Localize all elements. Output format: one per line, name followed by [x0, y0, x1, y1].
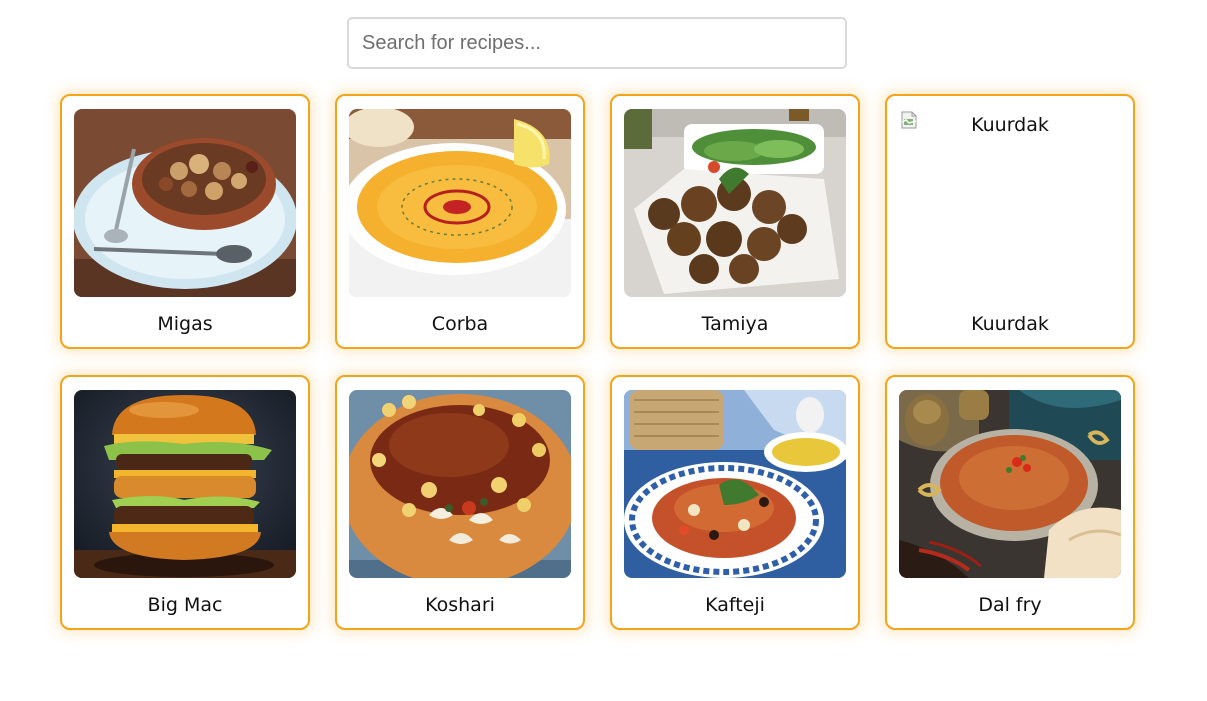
recipe-image-migas — [74, 109, 296, 297]
recipe-card-kafteji[interactable]: Kafteji — [610, 375, 860, 630]
recipe-title: Tamiya — [701, 313, 769, 335]
search-bar — [347, 17, 847, 69]
recipe-image-big-mac — [74, 390, 296, 578]
recipe-title: Big Mac — [147, 594, 223, 616]
recipe-card-big-mac[interactable]: Big Mac — [60, 375, 310, 630]
recipe-image-kafteji — [624, 390, 846, 578]
recipe-card-kuurdak[interactable]: Kuurdak Kuurdak — [885, 94, 1135, 349]
image-alt-text: Kuurdak — [971, 114, 1049, 136]
recipe-card-corba[interactable]: Corba — [335, 94, 585, 349]
recipe-title: Koshari — [425, 594, 495, 616]
recipe-card-migas[interactable]: Migas — [60, 94, 310, 349]
recipe-title: Kafteji — [705, 594, 765, 616]
recipe-image-kuurdak: Kuurdak — [899, 109, 1121, 297]
recipe-card-tamiya[interactable]: Tamiya — [610, 94, 860, 349]
recipe-image-dal-fry — [899, 390, 1121, 578]
recipe-title: Kuurdak — [971, 313, 1049, 335]
recipe-title: Dal fry — [978, 594, 1042, 616]
recipe-grid: Migas Corba Tamiya Kuurdak Kuurdak Big M… — [60, 94, 1135, 630]
recipe-title: Migas — [157, 313, 213, 335]
recipe-image-koshari — [349, 390, 571, 578]
recipe-card-koshari[interactable]: Koshari — [335, 375, 585, 630]
recipe-image-corba — [349, 109, 571, 297]
recipe-card-dal-fry[interactable]: Dal fry — [885, 375, 1135, 630]
search-input[interactable] — [347, 17, 847, 69]
recipe-image-tamiya — [624, 109, 846, 297]
recipe-title: Corba — [431, 313, 489, 335]
